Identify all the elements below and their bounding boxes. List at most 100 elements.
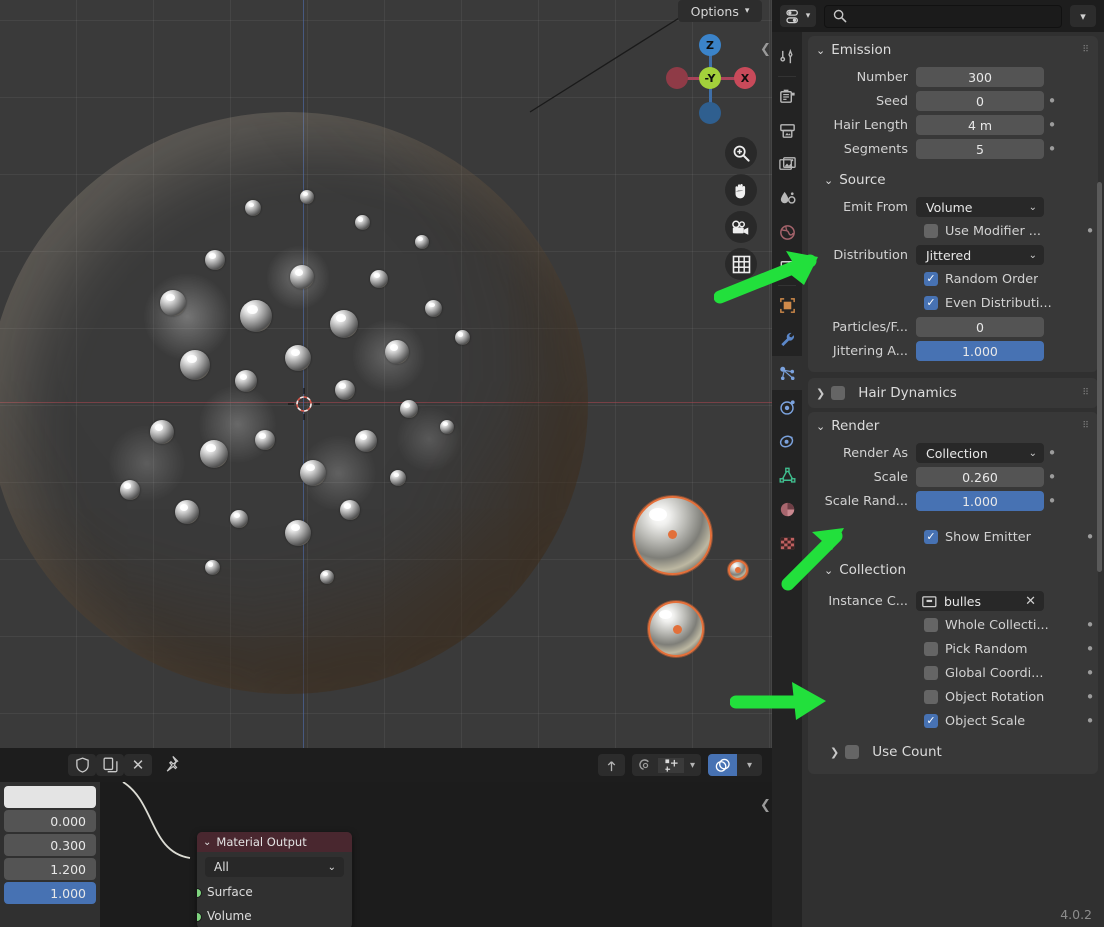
animate-dot[interactable]: • bbox=[1044, 142, 1060, 157]
editor-type-button[interactable]: ▾ bbox=[780, 5, 816, 27]
sidebar-item-view-layer[interactable] bbox=[772, 147, 802, 181]
sidebar-field-1[interactable]: 0.000 bbox=[4, 810, 96, 832]
field-emit-from[interactable]: Emit From Volume ⌄ bbox=[808, 196, 1098, 218]
sidebar-item-particles[interactable] bbox=[772, 356, 802, 390]
checkbox-pick-random[interactable]: Pick Random • bbox=[808, 638, 1098, 660]
sidebar-field-0[interactable] bbox=[4, 786, 96, 808]
animate-dot[interactable]: • bbox=[1082, 618, 1098, 633]
node-editor-sidebar[interactable]: 0.000 0.300 1.200 1.000 bbox=[0, 782, 100, 927]
x-icon[interactable]: ✕ bbox=[1025, 594, 1036, 609]
properties-scrollbar[interactable] bbox=[1097, 182, 1102, 572]
animate-dot[interactable]: • bbox=[1082, 666, 1098, 681]
checkbox-box[interactable] bbox=[924, 530, 938, 544]
checkbox-box[interactable] bbox=[924, 642, 938, 656]
subpanel-use-count-header[interactable]: ❯ Use Count bbox=[808, 738, 1098, 766]
node-socket-surface[interactable] bbox=[197, 888, 202, 898]
checkbox-object-rotation[interactable]: Object Rotation • bbox=[808, 686, 1098, 708]
hand-icon[interactable] bbox=[725, 174, 757, 206]
field-distribution[interactable]: Distribution Jittered ⌄ bbox=[808, 244, 1098, 266]
field-scale-value[interactable]: 0.260 bbox=[916, 467, 1044, 487]
field-particles-per-face-value[interactable]: 0 bbox=[916, 317, 1044, 337]
drag-grip-icon[interactable]: ⠿ bbox=[1082, 45, 1090, 54]
checkbox-box[interactable] bbox=[924, 690, 938, 704]
snap-parent-icon[interactable] bbox=[598, 754, 625, 776]
sidebar-field-4[interactable]: 1.000 bbox=[4, 882, 96, 904]
field-segments[interactable]: Segments 5 • bbox=[808, 138, 1098, 160]
sidebar-item-render[interactable] bbox=[772, 79, 802, 113]
sidebar-item-tool[interactable] bbox=[772, 40, 802, 74]
animate-dot[interactable]: • bbox=[1082, 530, 1098, 545]
gizmo-axis-neg-y[interactable]: -Y bbox=[699, 67, 721, 89]
node-material-output[interactable]: ⌄ Material Output All ⌄ Surface Volume bbox=[197, 832, 352, 927]
field-scale-randomness-slider[interactable]: 1.000 bbox=[916, 491, 1044, 511]
drag-grip-icon[interactable]: ⠿ bbox=[1082, 388, 1090, 397]
checkbox-global-coordinates[interactable]: Global Coordi... • bbox=[808, 662, 1098, 684]
node-header[interactable]: ⌄ Material Output bbox=[197, 832, 352, 852]
sidebar-item-object[interactable] bbox=[772, 288, 802, 322]
field-seed-value[interactable]: 0 bbox=[916, 91, 1044, 111]
search-input[interactable] bbox=[824, 4, 1062, 28]
gizmo-axis-z[interactable]: Z bbox=[699, 34, 721, 56]
checkbox-box[interactable] bbox=[924, 296, 938, 310]
overlay-sphere-icon[interactable] bbox=[708, 754, 737, 776]
copy-icon[interactable] bbox=[96, 754, 124, 776]
checkbox-random-order[interactable]: Random Order bbox=[808, 268, 1098, 290]
grid-icon[interactable] bbox=[725, 248, 757, 280]
sidebar-item-output[interactable] bbox=[772, 113, 802, 147]
proportional-edit-icon[interactable] bbox=[632, 758, 658, 773]
gizmo-axis-neg-x[interactable] bbox=[666, 67, 688, 89]
sidebar-item-texture[interactable] bbox=[772, 526, 802, 560]
chrome-sphere-selected-1[interactable] bbox=[633, 496, 712, 575]
animate-dot[interactable]: • bbox=[1082, 224, 1098, 239]
animate-dot[interactable]: • bbox=[1044, 470, 1060, 485]
properties-body[interactable]: ⌄ Emission ⠿ Number 300 Seed 0 • Hair Le… bbox=[802, 32, 1104, 897]
animate-dot[interactable]: • bbox=[1082, 642, 1098, 657]
checkbox-box[interactable] bbox=[924, 224, 938, 238]
panel-hair-dynamics[interactable]: ❯ Hair Dynamics ⠿ bbox=[808, 378, 1098, 408]
checkbox-whole-collection[interactable]: Whole Collecti... • bbox=[808, 614, 1098, 636]
checkbox-show-emitter[interactable]: Show Emitter • bbox=[808, 526, 1098, 548]
checkbox-use-modifier[interactable]: Use Modifier ... • bbox=[808, 220, 1098, 242]
subpanel-collection-header[interactable]: ⌄ Collection bbox=[808, 556, 1098, 584]
field-number-value[interactable]: 300 bbox=[916, 67, 1044, 87]
sidebar-item-constraints[interactable] bbox=[772, 424, 802, 458]
field-jittering-amount[interactable]: Jittering A... 1.000 bbox=[808, 340, 1098, 362]
field-particles-per-face[interactable]: Particles/F... 0 bbox=[808, 316, 1098, 338]
drag-grip-icon[interactable]: ⠿ bbox=[1082, 421, 1090, 430]
zoom-icon[interactable] bbox=[725, 137, 757, 169]
field-distribution-dropdown[interactable]: Jittered ⌄ bbox=[916, 245, 1044, 265]
field-hair-length-value[interactable]: 4 m bbox=[916, 115, 1044, 135]
field-segments-value[interactable]: 5 bbox=[916, 139, 1044, 159]
checkbox-box[interactable] bbox=[924, 272, 938, 286]
sidebar-item-data[interactable] bbox=[772, 458, 802, 492]
gizmo-axis-x[interactable]: X bbox=[734, 67, 756, 89]
field-scale[interactable]: Scale 0.260 • bbox=[808, 466, 1098, 488]
checkbox-object-scale[interactable]: Object Scale • bbox=[808, 710, 1098, 732]
checkbox-even-distribution[interactable]: Even Distributi... bbox=[808, 292, 1098, 314]
field-number[interactable]: Number 300 bbox=[808, 66, 1098, 88]
node-canvas[interactable]: ⌄ Material Output All ⌄ Surface Volume bbox=[0, 782, 772, 927]
pin-icon[interactable] bbox=[162, 755, 179, 776]
animate-dot[interactable]: • bbox=[1082, 714, 1098, 729]
sidebar-item-modifiers[interactable] bbox=[772, 322, 802, 356]
animate-dot[interactable]: • bbox=[1082, 690, 1098, 705]
checkbox-box[interactable] bbox=[924, 666, 938, 680]
checkbox-box[interactable] bbox=[924, 714, 938, 728]
chrome-sphere-selected-2[interactable] bbox=[648, 601, 704, 657]
field-emit-from-dropdown[interactable]: Volume ⌄ bbox=[916, 197, 1044, 217]
animate-dot[interactable]: • bbox=[1044, 494, 1060, 509]
animate-dot[interactable]: • bbox=[1044, 118, 1060, 133]
field-render-as[interactable]: Render As Collection ⌄ • bbox=[808, 442, 1098, 464]
3d-viewport[interactable]: Options ▾ Z X -Y ❮ bbox=[0, 0, 772, 748]
sidebar-item-material[interactable] bbox=[772, 492, 802, 526]
shield-icon[interactable] bbox=[68, 754, 96, 776]
viewport-options-button[interactable]: Options ▾ bbox=[678, 0, 762, 22]
chrome-sphere-small[interactable] bbox=[728, 560, 748, 580]
chevron-down-icon[interactable]: ⌄ bbox=[203, 837, 211, 848]
camera-icon[interactable] bbox=[725, 211, 757, 243]
field-instance-collection-value-box[interactable]: bulles ✕ bbox=[916, 591, 1044, 611]
checkbox-hair-dynamics[interactable] bbox=[831, 386, 846, 400]
sidebar-item-world[interactable] bbox=[772, 215, 802, 249]
panel-render-header[interactable]: ⌄ Render ⠿ bbox=[808, 412, 1098, 440]
sidebar-field-2[interactable]: 0.300 bbox=[4, 834, 96, 856]
